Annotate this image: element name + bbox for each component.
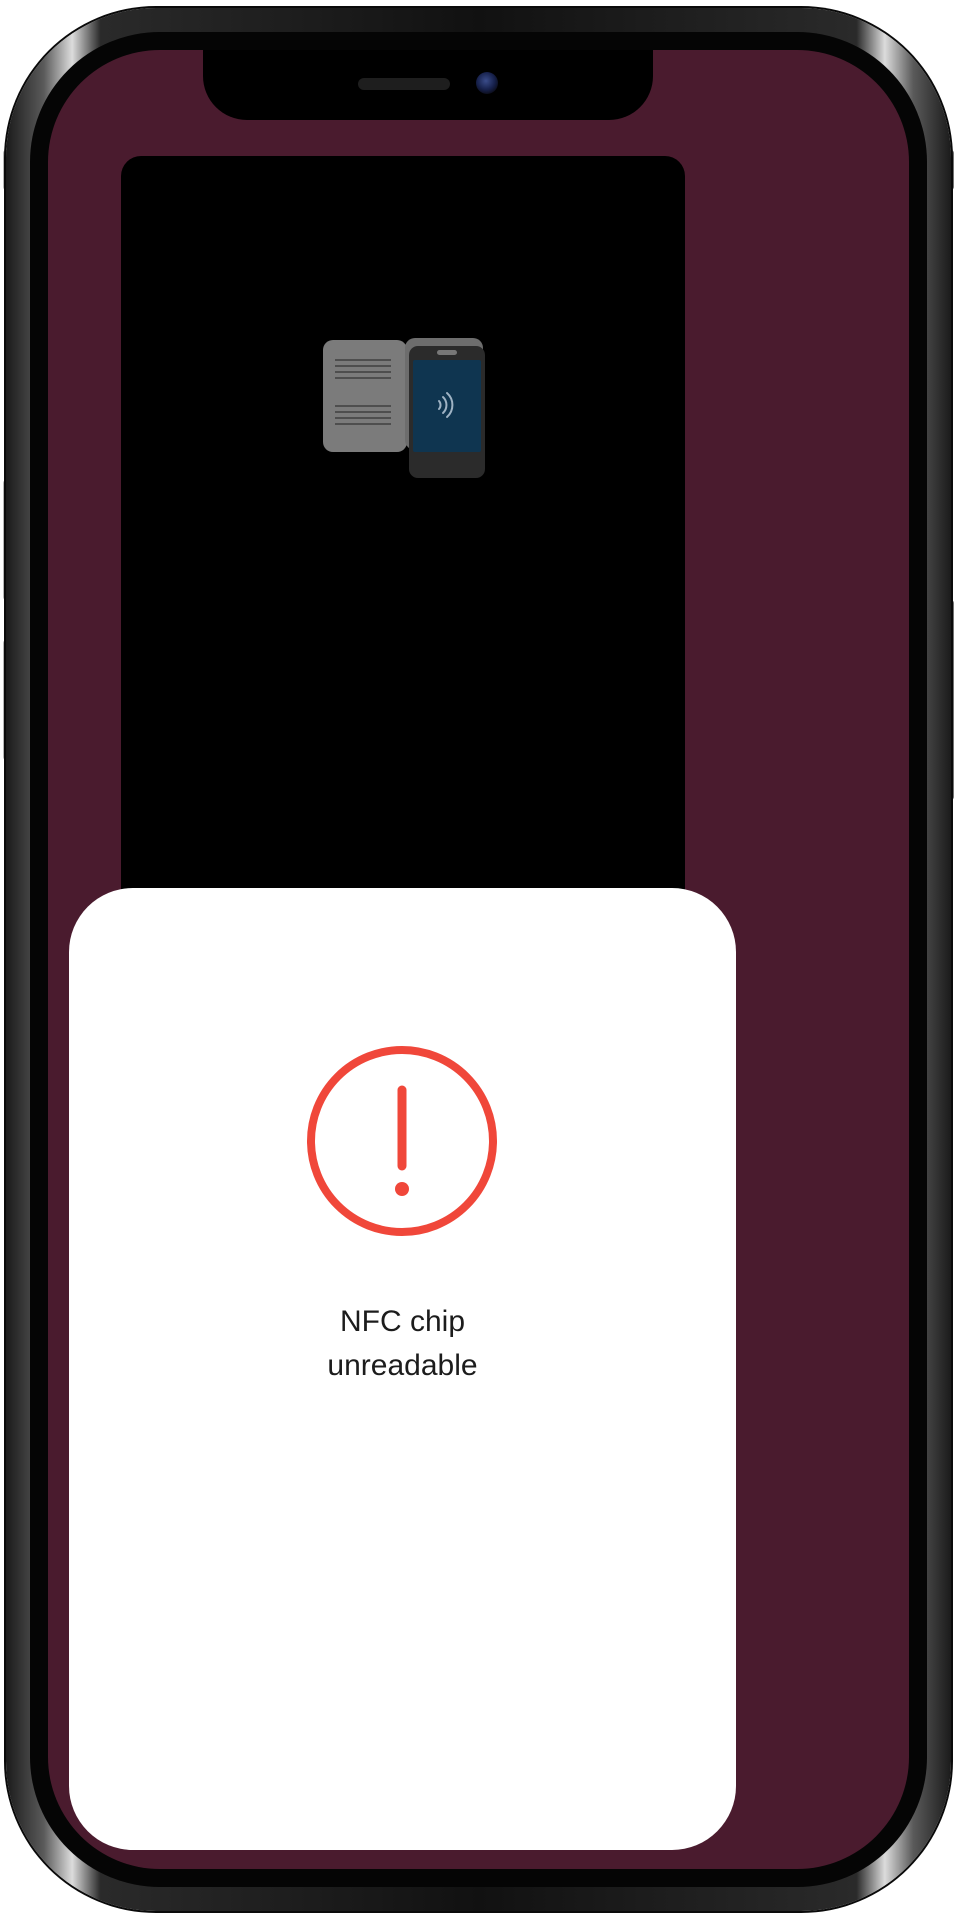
status-line-1: NFC chip bbox=[339, 1305, 466, 1338]
exclamation-circle-icon bbox=[307, 1046, 497, 1236]
status-message: NFC chip unreadable bbox=[69, 1300, 736, 1388]
passport-cover bbox=[323, 340, 407, 452]
passport-nfc-phone-icon bbox=[323, 338, 485, 478]
status-line-2: unreadable bbox=[327, 1349, 478, 1382]
status-sheet: NFC chip unreadable bbox=[69, 888, 736, 1850]
device-mockup: NFC chip unreadable bbox=[0, 0, 957, 1915]
speaker-grille bbox=[358, 78, 450, 90]
phone-screen: NFC chip unreadable bbox=[48, 50, 909, 1869]
illustration-phone-speaker bbox=[437, 350, 457, 355]
notch bbox=[203, 50, 653, 120]
front-camera bbox=[476, 72, 498, 94]
